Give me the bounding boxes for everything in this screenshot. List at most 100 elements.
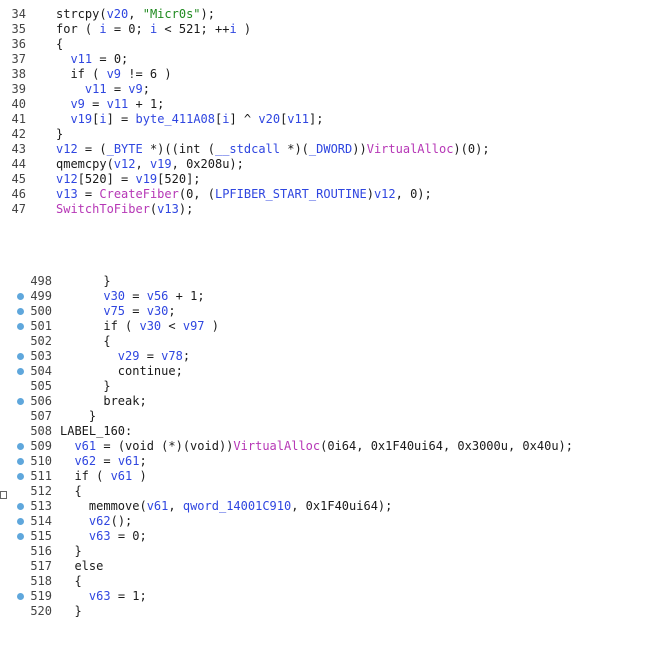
code-line[interactable]: 508 LABEL_160: xyxy=(0,424,663,439)
code-text[interactable]: } xyxy=(60,409,96,424)
code-text[interactable]: v63 = 0; xyxy=(60,529,147,544)
code-line[interactable]: 498 } xyxy=(0,274,663,289)
code-token: = xyxy=(106,82,129,96)
code-text[interactable]: { xyxy=(60,574,81,589)
code-line[interactable]: 510 v62 = v61; xyxy=(0,454,663,469)
top-code-pane[interactable]: 34 strcpy(v20, "Micr0s"); 35 for ( i = 0; i… xyxy=(0,0,663,222)
code-line[interactable]: 519 v63 = 1; xyxy=(0,589,663,604)
code-text[interactable]: } xyxy=(56,127,63,142)
breakpoint-dot-icon[interactable] xyxy=(17,518,24,525)
code-line[interactable]: 503 v29 = v78; xyxy=(0,349,663,364)
code-line[interactable]: 509 v61 = (void (*)(void))VirtualAlloc(0… xyxy=(0,439,663,454)
code-line[interactable]: 506 break; xyxy=(0,394,663,409)
code-line[interactable]: 516 } xyxy=(0,544,663,559)
breakpoint-dot-icon[interactable] xyxy=(17,503,24,510)
code-line[interactable]: 520 } xyxy=(0,604,663,619)
code-line[interactable]: 42} xyxy=(0,127,663,142)
code-line[interactable]: 514 v62(); xyxy=(0,514,663,529)
code-text[interactable]: memmove(v61, qword_14001C910, 0x1F40ui64… xyxy=(60,499,392,514)
code-line[interactable]: 517 else xyxy=(0,559,663,574)
breakpoint-dot-icon[interactable] xyxy=(17,368,24,375)
code-text[interactable]: break; xyxy=(60,394,146,409)
code-text[interactable]: v75 = v30; xyxy=(60,304,175,319)
code-line[interactable]: 500 v75 = v30; xyxy=(0,304,663,319)
code-line[interactable]: 43 v12 = (_BYTE *)((int (__stdcall *)(_DW… xyxy=(0,142,663,157)
code-line[interactable]: 513 memmove(v61, qword_14001C910, 0x1F40… xyxy=(0,499,663,514)
code-line[interactable]: 512 { xyxy=(0,484,663,499)
code-text[interactable]: qmemcpy(v12, v19, 0x208u); xyxy=(56,157,244,172)
code-text[interactable]: v61 = (void (*)(void))VirtualAlloc(0i64,… xyxy=(60,439,573,454)
breakpoint-dot-icon[interactable] xyxy=(17,443,24,450)
code-text[interactable]: v12[520] = v19[520]; xyxy=(56,172,201,187)
code-text[interactable]: v62 = v61; xyxy=(60,454,146,469)
code-line[interactable]: 46 v13 = CreateFiber(0, (LPFIBER_START_RO… xyxy=(0,187,663,202)
code-line[interactable]: 504 continue; xyxy=(0,364,663,379)
breakpoint-dot-icon[interactable] xyxy=(17,533,24,540)
code-line[interactable]: 45 v12[520] = v19[520]; xyxy=(0,172,663,187)
code-text[interactable]: v29 = v78; xyxy=(60,349,190,364)
code-text[interactable]: if ( v9 != 6 ) xyxy=(56,67,171,82)
code-line[interactable]: 515 v63 = 0; xyxy=(0,529,663,544)
bottom-code-pane[interactable]: 498 } 499 v30 = v56 + 1; 500 v75 = v30; 501… xyxy=(0,262,663,646)
code-line[interactable]: 507 } xyxy=(0,409,663,424)
code-text[interactable]: { xyxy=(60,334,110,349)
code-line[interactable]: 505 } xyxy=(0,379,663,394)
code-line[interactable]: 40 v9 = v11 + 1; xyxy=(0,97,663,112)
code-line[interactable]: 511 if ( v61 ) xyxy=(0,469,663,484)
code-text[interactable]: { xyxy=(56,37,63,52)
code-text[interactable]: v30 = v56 + 1; xyxy=(60,289,204,304)
splitter-handle-icon[interactable] xyxy=(0,491,7,499)
line-number: 35 xyxy=(11,22,26,36)
code-line[interactable]: 39 v11 = v9; xyxy=(0,82,663,97)
code-line[interactable]: 47 SwitchToFiber(v13); xyxy=(0,202,663,217)
code-text[interactable]: } xyxy=(60,544,81,559)
code-text[interactable]: if ( v30 < v97 ) xyxy=(60,319,219,334)
code-line[interactable]: 35 for ( i = 0; i < 521; ++i ) xyxy=(0,22,663,37)
breakpoint-dot-icon[interactable] xyxy=(17,458,24,465)
breakpoint-dot-icon[interactable] xyxy=(17,473,24,480)
code-text[interactable]: strcpy(v20, "Micr0s"); xyxy=(56,7,215,22)
code-text[interactable]: v11 = v9; xyxy=(56,82,150,97)
code-line[interactable]: 41 v19[i] = byte_411A08[i] ^ v20[v11]; xyxy=(0,112,663,127)
breakpoint-dot-icon[interactable] xyxy=(17,398,24,405)
breakpoint-dot-icon[interactable] xyxy=(17,293,24,300)
code-text[interactable]: if ( v61 ) xyxy=(60,469,146,484)
code-text[interactable]: v11 = 0; xyxy=(56,52,128,67)
code-line[interactable]: 499 v30 = v56 + 1; xyxy=(0,289,663,304)
breakpoint-dot-icon[interactable] xyxy=(17,353,24,360)
code-line[interactable]: 36 { xyxy=(0,37,663,52)
breakpoint-dot-icon[interactable] xyxy=(17,308,24,315)
code-line[interactable]: 34 strcpy(v20, "Micr0s"); xyxy=(0,7,663,22)
breakpoint-dot-icon[interactable] xyxy=(17,593,24,600)
code-text[interactable]: } xyxy=(60,604,81,619)
line-number: 518 xyxy=(30,574,52,588)
code-text[interactable]: for ( i = 0; i < 521; ++i ) xyxy=(56,22,251,37)
code-token: v19 xyxy=(70,112,93,126)
code-text[interactable]: v62(); xyxy=(60,514,132,529)
code-text[interactable]: { xyxy=(60,484,81,499)
code-text[interactable]: continue; xyxy=(60,364,183,379)
code-token: = xyxy=(96,454,118,468)
code-text[interactable]: } xyxy=(60,379,110,394)
code-line[interactable]: 518 { xyxy=(0,574,663,589)
code-text[interactable]: SwitchToFiber(v13); xyxy=(56,202,193,217)
code-line[interactable]: 38 if ( v9 != 6 ) xyxy=(0,67,663,82)
breakpoint-dot-icon[interactable] xyxy=(17,323,24,330)
code-text[interactable]: v12 = (_BYTE *)((int (__stdcall *)(_DWOR… xyxy=(56,142,490,157)
code-text[interactable]: LABEL_160: xyxy=(60,424,132,439)
code-text[interactable]: } xyxy=(60,274,110,289)
code-text[interactable]: v19[i] = byte_411A08[i] ^ v20[v11]; xyxy=(56,112,323,127)
code-line[interactable]: 37 v11 = 0; xyxy=(0,52,663,67)
code-line[interactable]: 501 if ( v30 < v97 ) xyxy=(0,319,663,334)
code-text[interactable]: v9 = v11 + 1; xyxy=(56,97,164,112)
code-text[interactable]: v13 = CreateFiber(0, (LPFIBER_START_ROUT… xyxy=(56,187,432,202)
code-token: v11 xyxy=(287,112,309,126)
code-line[interactable]: 502 { xyxy=(0,334,663,349)
code-token: *)((int ( xyxy=(142,142,215,156)
code-text[interactable]: else xyxy=(60,559,103,574)
code-line[interactable]: 44 qmemcpy(v12, v19, 0x208u); xyxy=(0,157,663,172)
code-token: v30 xyxy=(103,289,126,303)
code-text[interactable]: v63 = 1; xyxy=(60,589,147,604)
